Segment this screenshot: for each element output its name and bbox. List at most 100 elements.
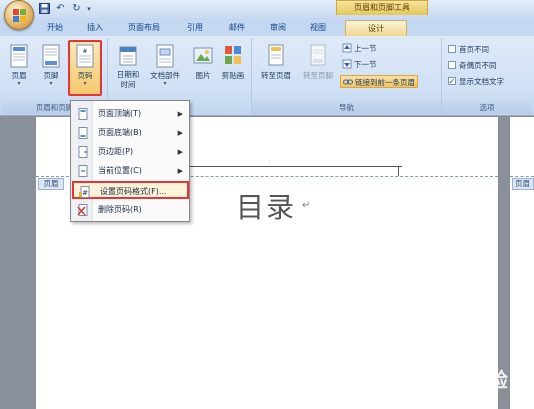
header-button-label: 页眉 <box>11 71 27 80</box>
checkbox[interactable] <box>448 45 456 53</box>
menu-item-label: 删除页码(R) <box>98 205 142 214</box>
bottom-of-page-icon <box>78 127 88 139</box>
save-icon[interactable] <box>38 3 51 15</box>
tab-review[interactable]: 审阅 <box>265 20 291 36</box>
menu-item-remove-page-numbers[interactable]: 删除页码(R) <box>72 201 189 219</box>
next-section-icon <box>342 59 352 69</box>
show-document-text-label: 显示文档文字 <box>459 77 504 86</box>
quick-parts-icon <box>156 44 174 68</box>
qat-more-icon[interactable]: ▾ <box>86 3 92 15</box>
margin-corner-mark <box>398 166 400 176</box>
menu-item-label: 页边距(P) <box>98 147 134 156</box>
menu-item-top-of-page[interactable]: 页面顶端(T) ▶ <box>72 105 189 123</box>
redo-icon[interactable]: ↻ <box>70 3 83 15</box>
group-label-options: 选项 <box>442 101 532 114</box>
prev-section-icon <box>342 43 352 53</box>
office-logo-icon <box>13 9 26 22</box>
dropdown-arrow-icon: ▾ <box>49 80 53 87</box>
menu-item-format-page-numbers[interactable]: # 设置页码格式(F)... <box>72 181 189 199</box>
quick-parts-button[interactable]: 文档部件 ▾ <box>146 42 184 94</box>
title-bar: ↶ ↻ ▾ 页眉和页脚工具 <box>0 0 534 30</box>
footer-icon <box>42 44 60 68</box>
dropdown-arrow-icon: ▾ <box>17 80 21 87</box>
page-number-icon: # <box>76 44 94 68</box>
remove-page-numbers-icon <box>77 204 88 216</box>
tab-page-layout[interactable]: 页面布局 <box>124 20 164 36</box>
group-label-navigation: 导航 <box>252 101 441 114</box>
baidu-jingyan-watermark: Bai●经验 <box>412 360 532 404</box>
tab-insert[interactable]: 插入 <box>82 20 108 36</box>
header-icon <box>10 44 28 68</box>
goto-footer-label: 转至页脚 <box>303 71 333 80</box>
different-first-page-option[interactable]: 首页不同 <box>448 43 489 56</box>
menu-item-current-position[interactable]: 当前位置(C) ▶ <box>72 162 189 180</box>
different-odd-even-label: 奇偶页不同 <box>459 61 497 70</box>
goto-header-label: 转至页眉 <box>261 71 291 80</box>
header-tag: 页眉 <box>38 178 64 190</box>
undo-icon[interactable]: ↶ <box>54 3 67 15</box>
picture-button[interactable]: 图片 <box>188 42 218 94</box>
page-number-button[interactable]: # 页码 ▾ <box>68 40 102 96</box>
top-of-page-icon <box>78 108 88 120</box>
different-first-page-label: 首页不同 <box>459 45 489 54</box>
header-button[interactable]: 页眉 ▾ <box>4 42 34 94</box>
group-navigation: 转至页眉 转至页脚 上一节 下一节 链接到前一条页眉 导航 <box>252 38 442 114</box>
menu-item-label: 页面底端(B) <box>98 128 142 137</box>
tab-home[interactable]: 开始 <box>42 20 68 36</box>
text-marker: ˙ <box>268 160 271 167</box>
link-previous-label: 链接到前一条页眉 <box>355 78 415 87</box>
quick-parts-label: 文档部件 <box>150 71 180 80</box>
menu-item-label: 设置页码格式(F)... <box>100 187 167 196</box>
menu-item-label: 当前位置(C) <box>98 166 142 175</box>
page-margins-icon <box>78 146 88 158</box>
submenu-arrow-icon: ▶ <box>177 167 183 175</box>
prev-section-label: 上一节 <box>354 44 377 53</box>
date-time-label: 日期和 时间 <box>116 70 140 89</box>
tab-mailings[interactable]: 邮件 <box>224 20 250 36</box>
group-options: 首页不同 奇偶页不同 显示文档文字 选项 <box>442 38 532 114</box>
checkbox-checked[interactable] <box>448 75 456 88</box>
tab-design[interactable]: 设计 <box>345 20 407 36</box>
ribbon-tabs: 开始 插入 页面布局 引用 邮件 审阅 视图 设计 <box>0 18 534 36</box>
menu-item-bottom-of-page[interactable]: 页面底端(B) ▶ <box>72 124 189 142</box>
clip-art-icon <box>225 46 241 64</box>
calendar-icon <box>119 46 137 66</box>
goto-header-icon <box>268 44 284 66</box>
document-title[interactable]: 目录 <box>236 186 296 226</box>
footer-button[interactable]: 页脚 ▾ <box>36 42 66 94</box>
prev-section-button[interactable]: 上一节 <box>342 42 377 55</box>
tab-references[interactable]: 引用 <box>182 20 208 36</box>
header-tag-next: 页眉 <box>512 178 534 190</box>
quick-access-toolbar: ↶ ↻ ▾ <box>38 2 92 16</box>
link-icon <box>343 79 353 85</box>
current-position-icon <box>78 165 88 177</box>
contextual-tool-title: 页眉和页脚工具 <box>336 0 428 15</box>
next-section-button[interactable]: 下一节 <box>342 58 377 71</box>
different-odd-even-option[interactable]: 奇偶页不同 <box>448 59 497 72</box>
menu-item-label: 页面顶端(T) <box>98 109 142 118</box>
submenu-arrow-icon: ▶ <box>177 129 183 137</box>
link-previous-button[interactable]: 链接到前一条页眉 <box>340 75 418 88</box>
menu-item-page-margins[interactable]: 页边距(P) ▶ <box>72 143 189 161</box>
page-number-button-label: 页码 <box>77 71 93 80</box>
watermark-logo-icon: Bai●经验 <box>420 368 508 392</box>
footer-button-label: 页脚 <box>43 71 59 80</box>
next-section-label: 下一节 <box>354 60 377 69</box>
dropdown-arrow-icon: ▾ <box>163 80 167 87</box>
svg-text:#: # <box>82 189 88 197</box>
goto-footer-button[interactable]: 转至页脚 <box>298 42 338 94</box>
office-button[interactable] <box>4 0 34 30</box>
dropdown-arrow-icon: ▾ <box>83 80 87 87</box>
goto-header-button[interactable]: 转至页眉 <box>256 42 296 94</box>
page-number-menu: 页面顶端(T) ▶ 页面底端(B) ▶ 页边距(P) ▶ 当前位置(C) ▶ #… <box>70 100 190 222</box>
clip-art-button[interactable]: 剪贴画 <box>218 42 248 94</box>
picture-icon <box>193 47 213 64</box>
clip-art-label: 剪贴画 <box>221 71 245 80</box>
tab-view[interactable]: 视图 <box>305 20 331 36</box>
show-document-text-option[interactable]: 显示文档文字 <box>448 75 504 88</box>
submenu-arrow-icon: ▶ <box>177 148 183 156</box>
paragraph-mark-icon: ↵ <box>302 200 311 211</box>
date-time-button[interactable]: 日期和 时间 <box>112 42 144 94</box>
checkbox[interactable] <box>448 61 456 69</box>
svg-text:#: # <box>82 48 87 55</box>
